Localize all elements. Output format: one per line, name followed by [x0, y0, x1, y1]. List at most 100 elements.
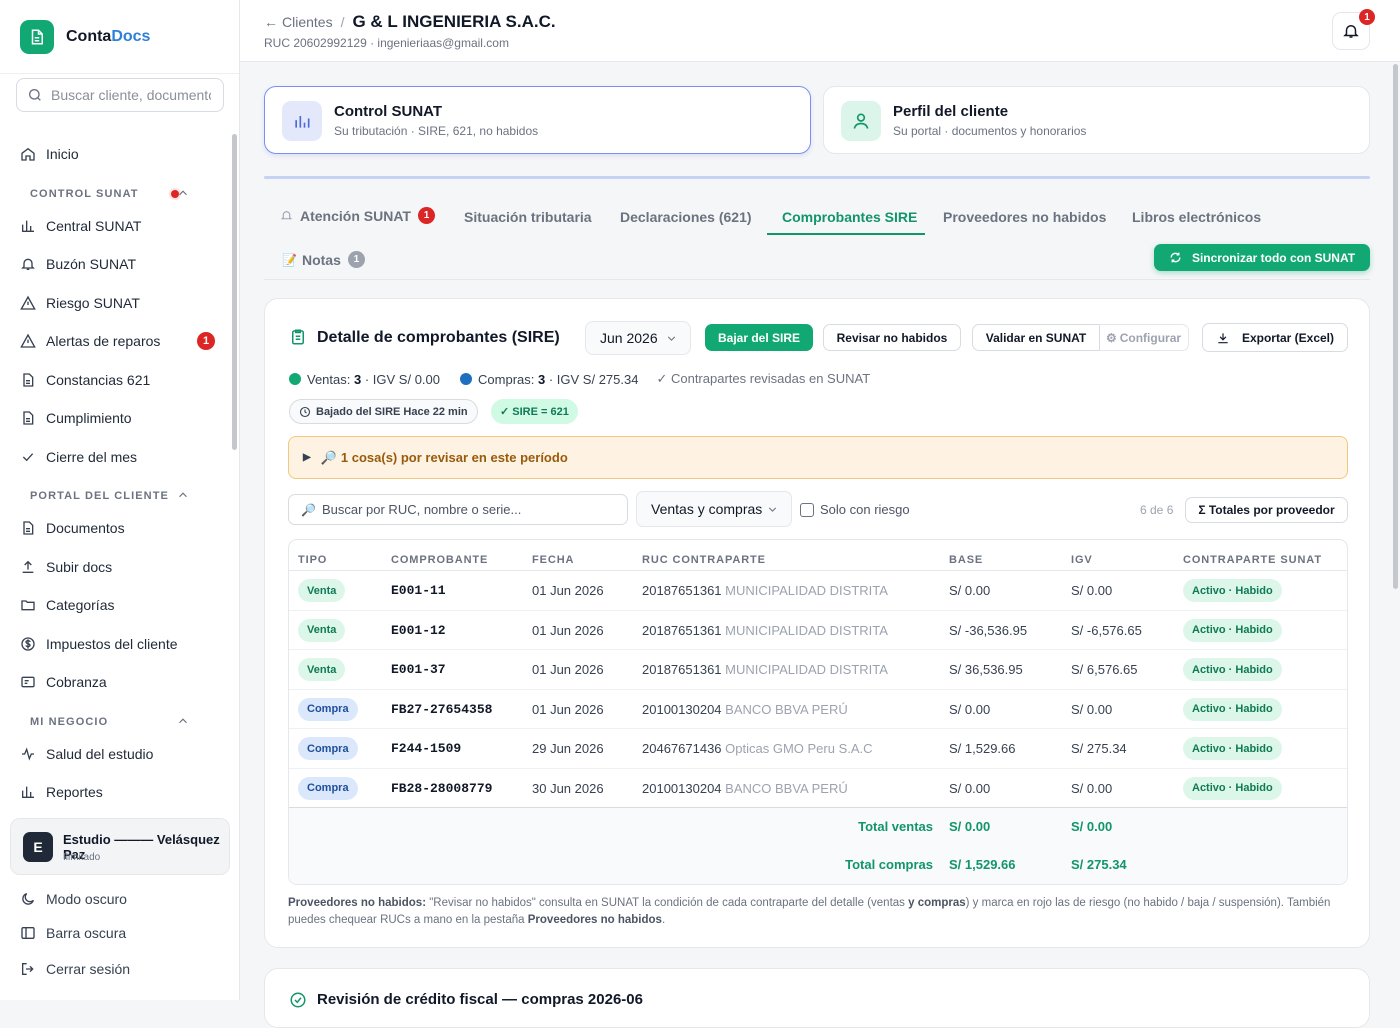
ventas-label: Ventas:	[307, 371, 351, 387]
memo-icon: 📝	[282, 252, 297, 267]
nav-cierre-mes[interactable]: Cierre del mes	[20, 445, 215, 469]
nav-buzon-sunat[interactable]: Buzón SUNAT	[20, 252, 215, 276]
sire-detail-panel: Detalle de comprobantes (SIRE) Jun 2026 …	[264, 298, 1370, 948]
review-alert[interactable]: ▶ 🔎 1 cosa(s) por revisar en este períod…	[288, 436, 1348, 479]
table-row[interactable]: Venta E001-37 01 Jun 2026 20187651361 MU…	[289, 650, 1347, 690]
tab-libros-electronicos[interactable]: Libros electrónicos	[1132, 209, 1261, 225]
nav-cumplimiento[interactable]: Cumplimiento	[20, 406, 215, 430]
dollar-icon	[21, 637, 35, 651]
type-badge: Venta	[298, 658, 346, 681]
breadcrumb-separator: /	[340, 14, 345, 30]
tab-declaraciones[interactable]: Declaraciones (621)	[620, 209, 752, 225]
table-search-input[interactable]	[321, 502, 612, 517]
comprobante-cell: F244-1509	[391, 741, 462, 756]
nav-constancias[interactable]: Constancias 621	[20, 368, 215, 392]
total-label: Total compras	[845, 857, 933, 872]
nav-cobranza[interactable]: Cobranza	[20, 670, 215, 694]
breadcrumb-back[interactable]: Clientes	[282, 14, 333, 30]
column-header[interactable]: BASE	[949, 554, 983, 566]
type-badge: Compra	[298, 697, 358, 721]
table-row[interactable]: Compra F244-1509 29 Jun 2026 20467671436…	[289, 729, 1347, 769]
period-select[interactable]: Jun 2026	[585, 321, 691, 355]
ruc-number: 20467671436	[642, 741, 722, 756]
tab-label: Notas	[301, 251, 341, 268]
ruc-cell: 20467671436 Opticas GMO Peru S.A.C	[642, 741, 873, 756]
checkbox[interactable]	[800, 502, 814, 517]
status-badge: Activo · Habido	[1183, 658, 1282, 681]
nav-alertas-reparos[interactable]: Alertas de reparos 1	[20, 329, 215, 353]
footnote-link[interactable]: Proveedores no habidos	[528, 914, 662, 926]
sidebar-search-input[interactable]	[51, 87, 211, 103]
nav-categorias[interactable]: Categorías	[20, 593, 215, 617]
nav-salud-estudio[interactable]: Salud del estudio	[20, 742, 215, 766]
logout-button[interactable]: Cerrar sesión	[20, 961, 130, 977]
exportar-excel-button[interactable]: Exportar (Excel)	[1202, 323, 1348, 352]
tab-comprobantes-sire[interactable]: Comprobantes SIRE	[782, 209, 917, 225]
studio-account[interactable]: E Estudio ——— Velásquez Paz Ilimitado	[10, 818, 230, 875]
totales-proveedor-button[interactable]: Σ Totales por proveedor	[1185, 497, 1348, 523]
ruc-number: 20100130204	[642, 701, 722, 717]
configurar-button[interactable]: ⚙ Configurar	[1099, 324, 1189, 351]
brand[interactable]: ContaDocs	[0, 0, 239, 74]
column-header[interactable]: TIPO	[298, 554, 327, 566]
period-value: Jun 2026	[600, 330, 658, 346]
sync-sunat-button[interactable]: Sincronizar todo con SUNAT	[1154, 244, 1370, 271]
table-row[interactable]: Venta E001-12 01 Jun 2026 20187651361 MU…	[289, 611, 1347, 650]
notifications-button[interactable]: 1	[1332, 9, 1375, 50]
nav-documentos[interactable]: Documentos	[20, 516, 215, 540]
bar-chart-icon	[22, 220, 34, 232]
igv-cell: S/ 0.00	[1071, 701, 1113, 717]
gear-icon: ⚙	[1105, 330, 1117, 345]
nav-riesgo-sunat[interactable]: Riesgo SUNAT	[20, 291, 215, 315]
ruc-name: MUNICIPALIDAD DISTRITA	[725, 622, 888, 638]
table-row[interactable]: Venta E001-11 01 Jun 2026 20187651361 MU…	[289, 571, 1347, 611]
tab-situacion-tributaria[interactable]: Situación tributaria	[464, 209, 592, 225]
sire-match-chip: ✓ SIRE = 621	[491, 399, 578, 424]
chevron-up-icon[interactable]	[176, 488, 190, 502]
column-header[interactable]: IGV	[1071, 554, 1093, 566]
arrow-left-icon[interactable]: ←	[264, 14, 278, 30]
nav-impuestos-cliente[interactable]: Impuestos del cliente	[20, 632, 215, 656]
ruc-number: 20100130204	[642, 780, 722, 796]
revisar-no-habidos-button[interactable]: Revisar no habidos	[823, 324, 961, 351]
tab-notas[interactable]: 📝 Notas 1	[282, 251, 365, 268]
home-icon	[21, 147, 35, 161]
column-header[interactable]: COMPROBANTE	[391, 554, 488, 566]
risk-filter-checkbox[interactable]: Solo con riesgo	[800, 502, 910, 517]
dark-sidebar-toggle[interactable]: Barra oscura	[20, 925, 126, 941]
dark-mode-toggle[interactable]: Modo oscuro	[20, 891, 127, 907]
nav-subir-docs[interactable]: Subir docs	[20, 555, 215, 579]
nav-central-sunat[interactable]: Central SUNAT	[20, 214, 215, 238]
table-search[interactable]: 🔎	[288, 494, 628, 525]
table-row[interactable]: Compra FB28-28008779 30 Jun 2026 2010013…	[289, 769, 1347, 808]
bar-chart-icon	[282, 101, 322, 141]
compras-label: Compras:	[478, 371, 535, 387]
bajar-sire-button[interactable]: Bajar del SIRE	[705, 324, 813, 351]
validar-sunat-button[interactable]: Validar en SUNAT	[972, 324, 1100, 351]
magnifier-icon: 🔎	[301, 502, 316, 517]
card-control-sunat[interactable]: Control SUNAT Su tributación · SIRE, 621…	[264, 86, 811, 154]
sidebar-search[interactable]	[16, 78, 224, 112]
tab-atencion-sunat[interactable]: Atención SUNAT 1	[280, 207, 435, 224]
type-filter-select[interactable]: Ventas y compras	[636, 491, 792, 527]
chevron-up-icon[interactable]	[176, 186, 190, 200]
tab-proveedores-no-habidos[interactable]: Proveedores no habidos	[943, 209, 1106, 225]
ruc-number: 20187651361	[642, 622, 722, 638]
card-perfil-cliente[interactable]: Perfil del cliente Su portal · documento…	[823, 86, 1370, 154]
column-header[interactable]: CONTRAPARTE SUNAT	[1183, 554, 1322, 566]
sidebar-scrollbar[interactable]	[232, 134, 237, 450]
column-header[interactable]: RUC CONTRAPARTE	[642, 554, 766, 566]
chevron-up-icon[interactable]	[176, 714, 190, 728]
result-count: 6 de 6	[1140, 503, 1174, 517]
column-header[interactable]: FECHA	[532, 554, 574, 566]
main-scrollbar[interactable]	[1393, 64, 1398, 589]
nav-reportes[interactable]: Reportes	[20, 780, 215, 804]
nav-label: Reportes	[46, 784, 103, 800]
table-row[interactable]: Compra FB27-27654358 01 Jun 2026 2010013…	[289, 690, 1347, 729]
igv-cell: S/ 0.00	[1071, 780, 1113, 796]
summary-stats: Ventas: 3 · IGV S/ 0.00 Compras: 3 · IGV…	[289, 371, 870, 387]
checkbox-label: Solo con riesgo	[820, 502, 910, 517]
page-title: G & L INGENIERIA S.A.C.	[352, 12, 556, 31]
nav-inicio[interactable]: Inicio	[20, 142, 215, 166]
active-tab-indicator	[767, 233, 925, 235]
